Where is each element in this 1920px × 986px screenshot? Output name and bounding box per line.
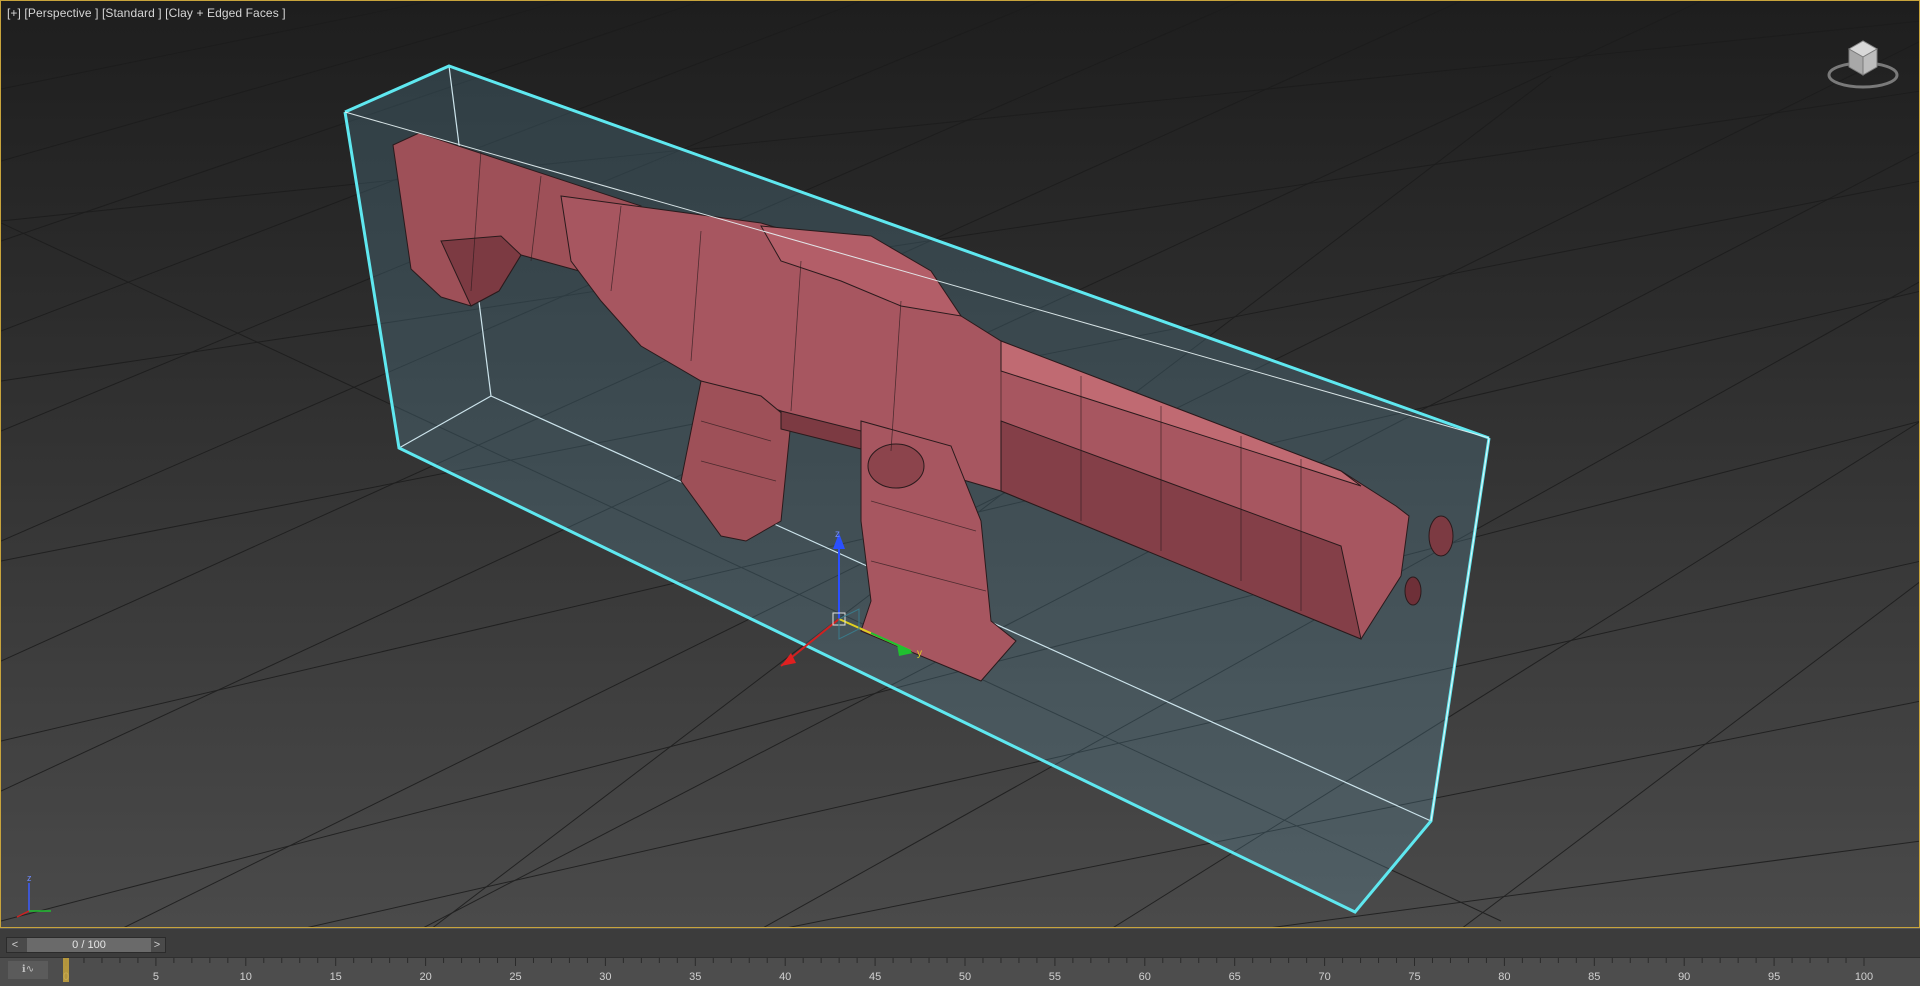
world-axis-tripod-icon: z	[16, 873, 51, 918]
ruler-label: 10	[240, 971, 252, 983]
ruler-label: 50	[959, 971, 971, 983]
ruler-label: 55	[1049, 971, 1061, 983]
ruler-label: 100	[1855, 971, 1873, 983]
ruler-label: 65	[1229, 971, 1241, 983]
gizmo-z-label: z	[835, 529, 840, 540]
ruler-label: 20	[419, 971, 431, 983]
ruler-label: 45	[869, 971, 881, 983]
tripod-z-label: z	[27, 873, 32, 883]
ruler-label: 30	[599, 971, 611, 983]
ruler-label: 80	[1498, 971, 1510, 983]
next-frame-button[interactable]: >	[150, 938, 164, 952]
ruler-label: 70	[1318, 971, 1330, 983]
ruler-label: 35	[689, 971, 701, 983]
ruler-label: 75	[1408, 971, 1420, 983]
rifle-muzzle	[1428, 515, 1454, 557]
ruler-label: 40	[779, 971, 791, 983]
viewcube-icon[interactable]	[1825, 31, 1901, 95]
ruler-label: 90	[1678, 971, 1690, 983]
gizmo-y-label: y	[917, 648, 922, 659]
ruler-label: 95	[1768, 971, 1780, 983]
ruler-label: 15	[330, 971, 342, 983]
timeline-bar: < 0 / 100 > ℹ∿ 0510152025303540455055606…	[0, 928, 1920, 986]
time-slider[interactable]: < 0 / 100 >	[6, 937, 166, 953]
perspective-viewport[interactable]: z y [+] [Perspective ] [Standard ] [Clay…	[0, 0, 1920, 928]
viewport-label[interactable]: [+] [Perspective ] [Standard ] [Clay + E…	[7, 6, 286, 20]
scene-canvas[interactable]: z y	[1, 1, 1920, 928]
ruler-label: 5	[153, 971, 159, 983]
ruler-label: 60	[1139, 971, 1151, 983]
time-slider-thumb[interactable]: 0 / 100	[27, 938, 151, 952]
frame-ruler[interactable]: 0510152025303540455055606570758085909510…	[0, 958, 1920, 986]
track-bar[interactable]: ℹ∿ 0510152025303540455055606570758085909…	[0, 957, 1920, 986]
previous-frame-button[interactable]: <	[8, 938, 22, 952]
current-frame-marker[interactable]	[63, 958, 69, 982]
ruler-label: 25	[509, 971, 521, 983]
ruler-label: 85	[1588, 971, 1600, 983]
